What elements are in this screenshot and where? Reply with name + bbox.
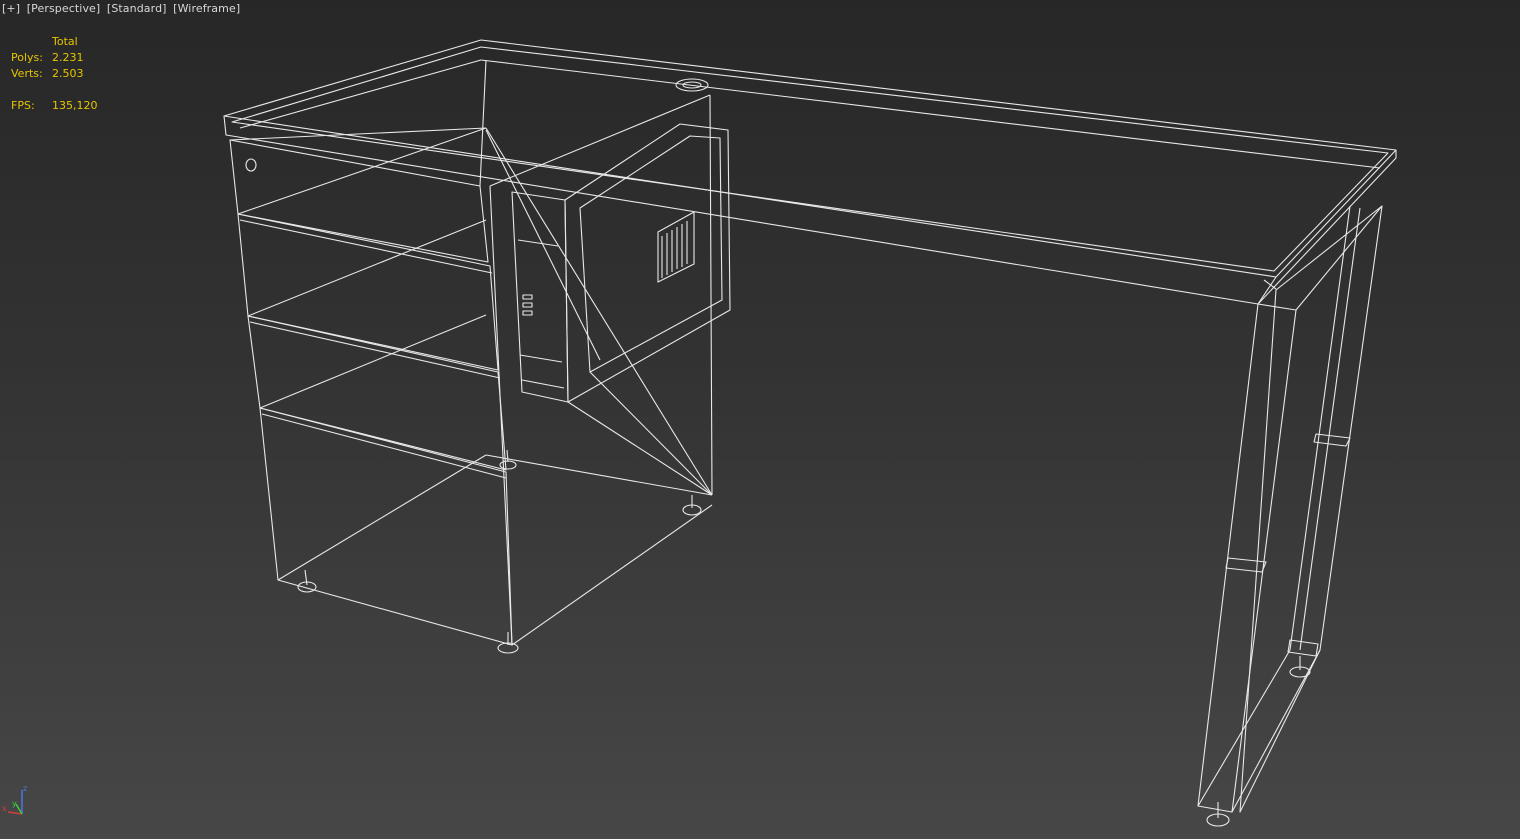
statistics-overlay: Total Polys: 2.231 Verts: 2.503 FPS: 135… (11, 34, 98, 114)
fps-value: 135,120 (52, 99, 98, 112)
verts-label: Verts: (11, 67, 43, 80)
desk-top-wireframe (223, 39, 1397, 305)
viewport-label-menu: [+] [Perspective] [Standard] [Wireframe] (2, 2, 243, 15)
fps-label: FPS: (11, 99, 35, 112)
viewport-shading-style-menu[interactable]: [Standard] (107, 2, 167, 15)
stats-header: Total (52, 35, 78, 48)
axis-z-label: z (23, 784, 27, 793)
pedestal-feet-wireframe (297, 449, 702, 654)
viewport-general-menu[interactable]: [+] (2, 2, 20, 15)
axis-tripod-icon: z x y (2, 784, 27, 815)
viewport-display-mode-menu[interactable]: [Wireframe] (173, 2, 240, 15)
polys-label: Polys: (11, 51, 43, 64)
computer-case-wireframe (511, 123, 731, 496)
desk-wireframe-model[interactable] (0, 0, 1520, 839)
verts-value: 2.503 (52, 67, 84, 80)
perspective-viewport[interactable]: [+] [Perspective] [Standard] [Wireframe]… (0, 0, 1520, 839)
polys-value: 2.231 (52, 51, 84, 64)
axis-x-label: x (2, 804, 7, 813)
viewport-point-of-view-menu[interactable]: [Perspective] (27, 2, 101, 15)
axis-y-label: y (12, 799, 17, 808)
